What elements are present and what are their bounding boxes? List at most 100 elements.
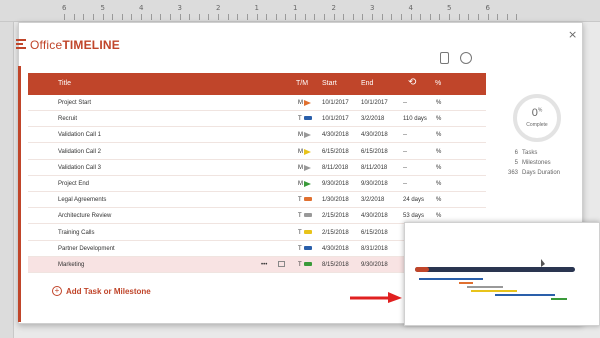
ruler-tick: [160, 14, 162, 20]
ruler-tick: [83, 14, 85, 20]
ruler-tick: [516, 14, 518, 20]
task-start: 10/1/2017: [322, 100, 349, 106]
header-start: Start: [322, 80, 337, 87]
milestones-label: Milestones: [522, 160, 551, 166]
task-duration: 110 days: [403, 116, 427, 123]
style-icon[interactable]: [278, 261, 285, 267]
task-duration: --: [403, 100, 407, 106]
duration-icon[interactable]: ⟲: [408, 77, 416, 88]
table-row[interactable]: Validation Call 3 M 8/11/2018 8/11/2018 --%: [28, 160, 486, 176]
days-count: 363: [507, 170, 518, 176]
ruler-tick: [169, 14, 171, 20]
milestone-flag-icon[interactable]: [304, 100, 311, 106]
task-title[interactable]: Validation Call 2: [58, 149, 101, 155]
ruler-tick: [266, 14, 268, 20]
task-end: 8/11/2018: [361, 164, 388, 171]
ruler-number: 5: [100, 4, 105, 12]
clipboard-icon[interactable]: [440, 52, 449, 64]
milestone-flag-icon[interactable]: [304, 164, 311, 171]
milestone-flag-icon[interactable]: [304, 132, 311, 139]
ruler-tick: [458, 14, 460, 20]
ruler-number: 3: [370, 4, 375, 12]
milestone-flag-icon[interactable]: [304, 181, 311, 187]
ruler-tick: [420, 14, 422, 20]
ruler-tick: [256, 14, 258, 20]
task-end: 4/30/2018: [361, 132, 388, 139]
ruler-tick: [112, 14, 114, 20]
vertical-ruler: [0, 22, 14, 338]
task-title[interactable]: Project Start: [58, 100, 91, 106]
task-title[interactable]: Validation Call 3: [58, 165, 101, 171]
complete-label: Complete: [526, 122, 548, 128]
task-percent: %: [436, 197, 442, 204]
task-bar-swatch[interactable]: [304, 197, 312, 202]
task-bar-swatch[interactable]: [304, 229, 312, 234]
task-bar-swatch[interactable]: [304, 116, 312, 121]
logo-mark-icon: [16, 39, 26, 51]
task-title[interactable]: Architecture Review: [58, 213, 111, 219]
close-icon[interactable]: ×: [568, 28, 577, 41]
task-title[interactable]: Validation Call 1: [58, 132, 101, 138]
task-start: 6/15/2018: [322, 148, 349, 155]
task-title[interactable]: Marketing: [58, 262, 84, 268]
task-title[interactable]: Training Calls: [58, 230, 94, 236]
task-type: T: [298, 197, 302, 204]
ruler-tick: [304, 14, 306, 20]
ruler-tick: [227, 14, 229, 20]
task-bar-swatch[interactable]: [304, 213, 312, 218]
ruler-tick: [391, 14, 393, 20]
task-start: 10/1/2017: [322, 116, 349, 123]
table-row[interactable]: Legal Agreements T 1/30/2018 3/2/2018 24 day…: [28, 192, 486, 209]
grid-header: Title T/M Start End ⟲ %: [28, 73, 486, 95]
task-start: 2/15/2018: [322, 229, 349, 236]
add-task-button[interactable]: Add Task or Milestone: [66, 287, 151, 296]
tasks-count: 6: [514, 150, 518, 156]
table-row[interactable]: Validation Call 1 M 4/30/2018 4/30/2018 --%: [28, 127, 486, 144]
ruler-tick: [189, 14, 191, 20]
task-start: 8/11/2018: [322, 164, 349, 171]
task-title[interactable]: Recruit: [58, 116, 77, 122]
task-title[interactable]: Project End: [58, 181, 89, 187]
task-title[interactable]: Partner Development: [58, 246, 115, 252]
logo-text-timeline: TIMELINE: [62, 38, 120, 52]
pointer-arrow-icon: [350, 292, 402, 303]
task-end: 6/15/2018: [361, 229, 388, 236]
ruler-tick: [131, 14, 133, 20]
ruler-tick: [449, 14, 450, 20]
task-percent: %: [436, 148, 442, 155]
ruler-tick: [198, 14, 200, 20]
add-icon[interactable]: +: [52, 286, 62, 296]
table-row[interactable]: Project End M 9/30/2018 9/30/2018 --%: [28, 176, 486, 192]
logo-text-office: Office: [30, 38, 63, 52]
task-type: T: [298, 116, 302, 123]
ruler-tick: [218, 14, 219, 20]
task-bar-swatch[interactable]: [304, 245, 312, 250]
horizontal-ruler: 6 5 4 3 2 1 1 2 3 4 5 6: [0, 0, 600, 22]
task-type: M: [298, 164, 303, 171]
accent-bar: [18, 66, 21, 322]
table-row[interactable]: Validation Call 2 M 6/15/2018 6/15/2018 --%: [28, 144, 486, 160]
ruler-tick: [410, 14, 412, 20]
header-tm: T/M: [296, 80, 309, 87]
ruler-number: 4: [408, 4, 413, 12]
header-end: End: [361, 80, 374, 87]
more-options-icon[interactable]: •••: [261, 262, 267, 268]
task-type: T: [298, 245, 302, 252]
task-title[interactable]: Legal Agreements: [58, 197, 106, 203]
ruler-tick: [487, 14, 489, 20]
clock-icon[interactable]: [460, 52, 472, 64]
task-bar-swatch[interactable]: [304, 262, 312, 266]
table-row[interactable]: Project Start M 10/1/2017 10/1/2017 --%: [28, 95, 486, 111]
ruler-tick: [477, 14, 479, 20]
ruler-number: 6: [62, 4, 67, 12]
ruler-tick: [400, 14, 402, 20]
task-type: M: [298, 148, 303, 155]
ruler-tick: [150, 14, 152, 20]
milestone-flag-icon[interactable]: [304, 148, 311, 155]
task-percent: %: [436, 100, 442, 106]
table-row[interactable]: Recruit T 10/1/2017 3/2/2018 110 days%: [28, 111, 486, 128]
ruler-number: 5: [447, 4, 452, 12]
ruler-tick: [343, 14, 345, 20]
ruler-tick: [352, 14, 354, 20]
timeline-preview[interactable]: [404, 222, 600, 326]
